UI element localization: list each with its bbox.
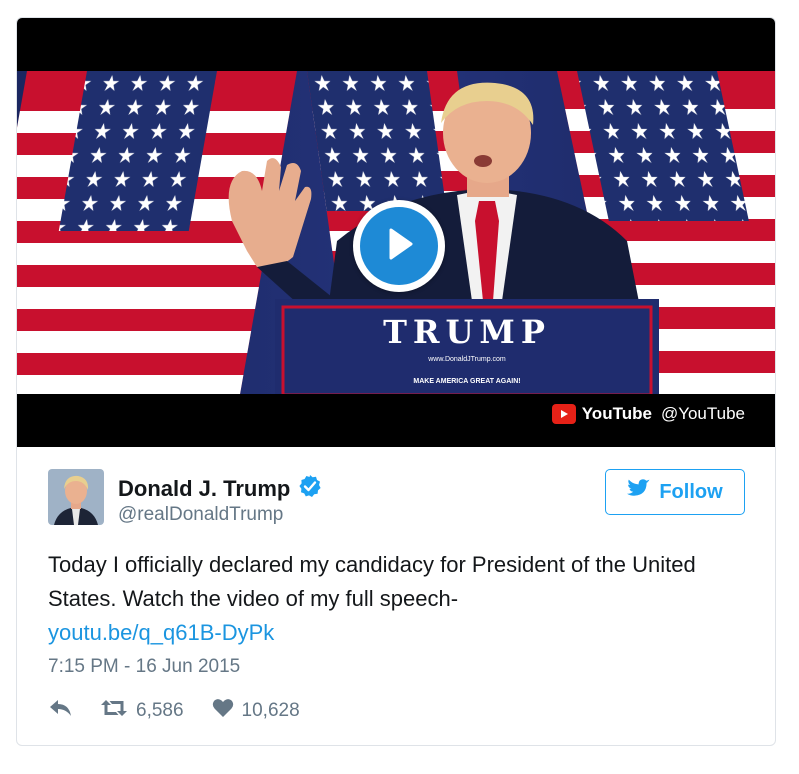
tweet-card: TRUMP www.DonaldJTrump.com MAKE AMERICA … [16,17,776,746]
like-count: 10,628 [241,700,300,721]
play-icon [383,226,415,267]
follow-button[interactable]: Follow [605,469,745,515]
tweet-body: Today I officially declared my candidacy… [48,552,696,611]
tweet-link[interactable]: youtu.be/q_q61B-DyPk [48,616,748,650]
video-source-attribution[interactable]: YouTube @YouTube [551,404,745,424]
reply-button[interactable] [48,698,74,724]
verified-badge-icon [298,474,322,504]
twitter-bird-icon [627,479,651,505]
follow-button-label: Follow [659,480,723,503]
reply-icon [48,698,74,724]
youtube-logo-icon [551,404,576,424]
podium-slogan: MAKE AMERICA GREAT AGAIN! [413,378,520,385]
avatar[interactable] [48,469,104,525]
retweet-icon [100,698,128,724]
video-source-handle: @YouTube [660,404,745,423]
video-source-name: YouTube [581,404,652,423]
tweet-timestamp[interactable]: 7:15 PM - 16 Jun 2015 [48,656,240,678]
heart-icon [212,698,234,724]
author-handle[interactable]: @realDonaldTrump [118,504,283,526]
podium-title: TRUMP [383,313,551,351]
tweet-text: Today I officially declared my candidacy… [48,548,748,650]
play-button[interactable] [353,200,445,292]
tweet-actions: 6,586 10,628 [48,698,300,724]
video-embed[interactable]: TRUMP www.DonaldJTrump.com MAKE AMERICA … [17,18,775,447]
podium-url: www.DonaldJTrump.com [427,356,506,363]
author-name-row[interactable]: Donald J. Trump [118,474,322,504]
author-name: Donald J. Trump [118,476,291,501]
retweet-count: 6,586 [136,700,184,721]
like-button[interactable]: 10,628 [212,698,300,724]
retweet-button[interactable]: 6,586 [100,698,184,724]
